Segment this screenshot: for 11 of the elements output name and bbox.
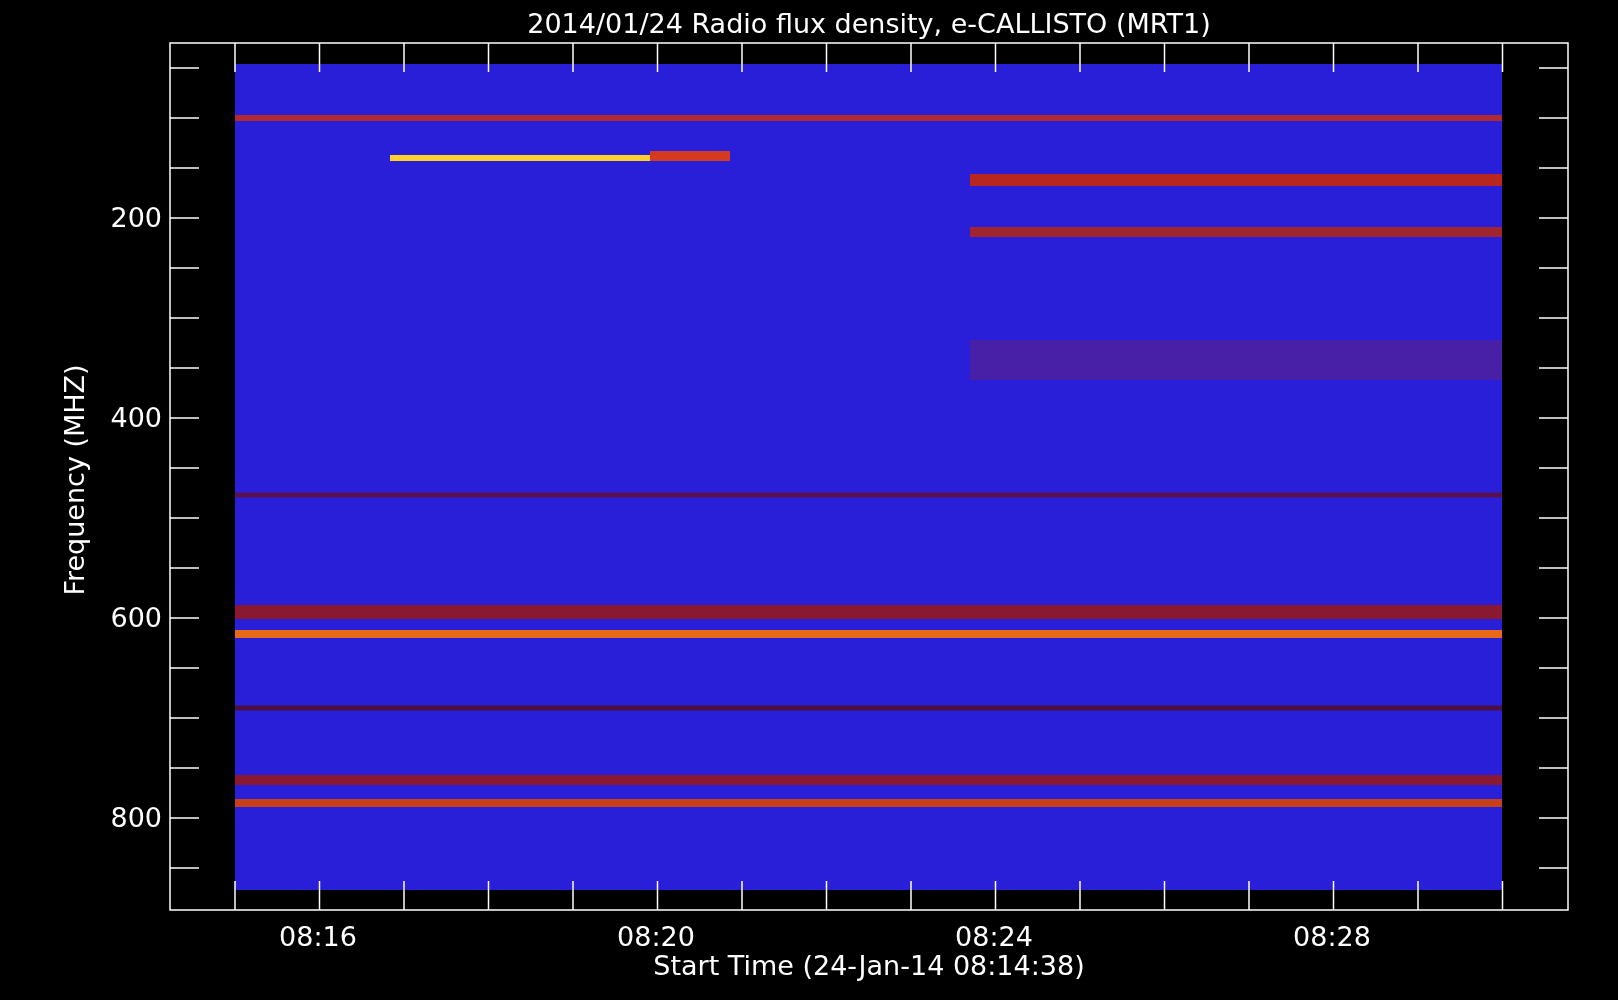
axis-tick-label: 08:16 xyxy=(279,921,357,952)
chart-title: 2014/01/24 Radio flux density, e-CALLISTO (MRT1) xyxy=(527,8,1211,39)
axis-tick-label: 08:24 xyxy=(955,921,1033,952)
axis-tick-label: 08:20 xyxy=(617,921,695,952)
axis-title: Frequency (MHZ) xyxy=(59,364,90,596)
axis-tick-label: 200 xyxy=(110,202,162,233)
axis-tick-label: 800 xyxy=(110,802,162,833)
axis-title: Start Time (24-Jan-14 08:14:38) xyxy=(653,950,1085,981)
axis-tick-label: 600 xyxy=(110,602,162,633)
axis-tick-label: 400 xyxy=(110,402,162,433)
axis-tick-label: 08:28 xyxy=(1293,921,1371,952)
